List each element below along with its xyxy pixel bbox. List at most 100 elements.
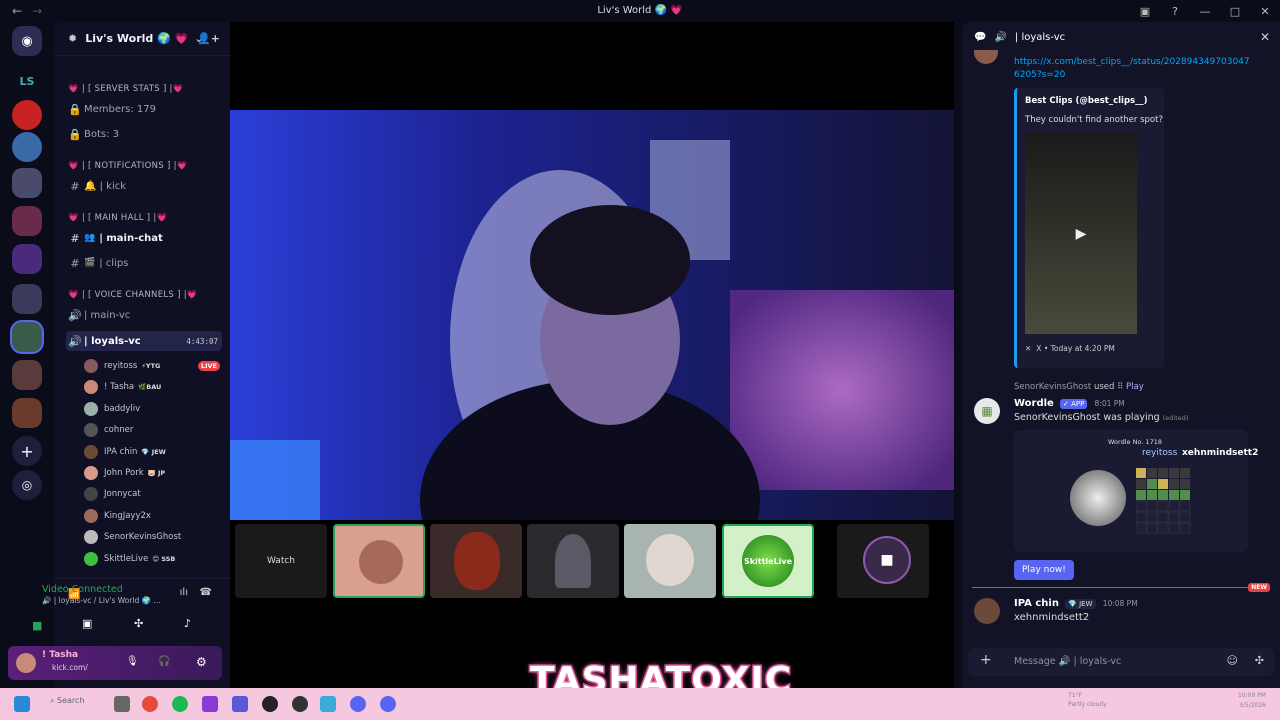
voice-user[interactable]: cohner <box>84 421 224 439</box>
voice-user[interactable]: KingJayy2x <box>84 507 224 525</box>
server-folder-icon[interactable] <box>12 284 42 314</box>
server-header[interactable]: ✹ Liv's World 🌍 💗 ⌄ 👤+ <box>54 22 230 56</box>
discord-home-icon[interactable]: ◉ <box>12 26 42 56</box>
play-icon[interactable]: ▶ <box>1076 226 1087 242</box>
wordle-avatar[interactable]: ▦ <box>974 398 1000 424</box>
speaker-icon: 🔊 <box>994 32 1007 43</box>
server-folder-icon[interactable] <box>12 244 42 274</box>
spotify-icon[interactable] <box>172 696 188 712</box>
voice-user[interactable]: John Pork 🐷 JP <box>84 464 224 482</box>
channel-members[interactable]: 🔒 Members: 179 <box>66 99 226 119</box>
maximize-icon[interactable]: □ <box>1220 5 1250 18</box>
apps-icon[interactable]: ✣ <box>1255 654 1264 667</box>
server-folder-icon[interactable] <box>12 168 42 198</box>
windows-start-icon[interactable] <box>14 696 30 712</box>
inbox-icon[interactable]: ▣ <box>1130 5 1160 18</box>
voice-user[interactable]: reyitoss ⚡YTG LIVE <box>84 357 224 375</box>
settings-gear-icon[interactable]: ⚙ <box>196 655 207 669</box>
avatar[interactable] <box>16 653 36 673</box>
minimize-icon[interactable]: — <box>1190 5 1220 18</box>
screen-share-icon[interactable]: ▣ <box>82 617 92 630</box>
channel-kick[interactable]: # 🔔 | kick <box>66 176 226 196</box>
channel-loyals-vc[interactable]: 🔊 | loyals-vc 4:43:07 <box>66 331 222 351</box>
emoji-icon[interactable]: ☺ <box>1227 654 1238 667</box>
discord-taskbar-icon[interactable] <box>350 696 366 712</box>
participant-tile[interactable] <box>527 524 619 598</box>
message-link[interactable]: https://x.com/best_clips__/status/202894… <box>1014 56 1254 82</box>
chrome-icon[interactable] <box>142 696 158 712</box>
clock-time[interactable]: 10:09 PM <box>1238 692 1266 699</box>
activities-icon[interactable]: ✣ <box>134 617 143 630</box>
add-server-icon[interactable]: + <box>12 436 42 466</box>
participant-tile[interactable] <box>624 524 716 598</box>
voice-user[interactable]: Jonnycat <box>84 485 224 503</box>
close-window-icon[interactable]: ✕ <box>1250 5 1280 18</box>
voice-user-name: John Pork <box>104 468 144 478</box>
server-ls-icon[interactable]: LS <box>12 66 42 96</box>
app-icon[interactable] <box>202 696 218 712</box>
channel-clips[interactable]: # 🎬 | clips <box>66 253 226 273</box>
voice-user[interactable]: ! Tasha 🌿BAU <box>84 378 224 396</box>
channel-main-vc[interactable]: 🔊 | main-vc <box>66 305 226 325</box>
channel-bots[interactable]: 🔒 Bots: 3 <box>66 124 226 144</box>
noise-suppression-icon[interactable]: ılı <box>180 587 188 598</box>
voice-user[interactable]: SenorKevinsGhost <box>84 528 224 546</box>
weather-temp[interactable]: 71°F <box>1068 692 1082 699</box>
voice-user[interactable]: baddyliv <box>84 400 224 418</box>
app-icon[interactable] <box>262 696 278 712</box>
user-panel[interactable]: ! Tasha kick.com/ 🎙 🎧 ⚙ <box>8 646 222 680</box>
channel-main-chat[interactable]: # 👥 | main-chat <box>66 228 226 248</box>
server-tnt-icon[interactable] <box>12 100 42 130</box>
used-text: used <box>1093 382 1115 392</box>
app-icon[interactable] <box>320 696 336 712</box>
file-explorer-icon[interactable] <box>114 696 130 712</box>
camera-tile[interactable]: ■ <box>837 524 929 598</box>
headphones-icon[interactable]: 🎧 <box>158 656 170 667</box>
message-author[interactable]: IPA chin <box>1014 598 1059 609</box>
close-icon[interactable]: ✕ <box>1260 30 1270 44</box>
category-main-hall[interactable]: 💗 | [ MAIN HALL ] |💗 <box>68 213 167 223</box>
server-folder-icon[interactable] <box>12 398 42 428</box>
avatar <box>646 534 694 586</box>
disconnect-icon[interactable]: ☎ <box>200 587 212 598</box>
server-folder-icon[interactable] <box>12 360 42 390</box>
microphone-icon[interactable]: 🎙 <box>126 656 139 667</box>
app-icon[interactable] <box>292 696 308 712</box>
wordle-card[interactable]: Wordle No. 1718 reyitoss xehnmindsett2 <box>1014 430 1258 552</box>
voice-user[interactable]: IPA chin 💎 JEW <box>84 443 224 461</box>
participant-tile[interactable] <box>333 524 425 598</box>
app-icon[interactable] <box>232 696 248 712</box>
wordle-tile <box>1168 511 1180 523</box>
used-user[interactable]: SenorKevinsGhost <box>1014 382 1091 392</box>
soundboard-icon[interactable]: ♪ <box>184 617 191 630</box>
wordle-name[interactable]: Wordle <box>1014 398 1054 409</box>
voice-user[interactable]: SkittleLive 😊 SSB <box>84 550 224 568</box>
avatar[interactable] <box>974 598 1000 624</box>
chat-input[interactable]: + Message 🔊 | loyals-vc ☺ ✣ <box>968 648 1274 676</box>
used-command[interactable]: ⠿ Play <box>1117 382 1144 392</box>
participant-tile[interactable]: SkittleLive <box>722 524 814 598</box>
discord-taskbar-icon[interactable] <box>380 696 396 712</box>
category-voice[interactable]: 💗 | [ VOICE CHANNELS ] |💗 <box>68 290 198 300</box>
channel-label: Bots: 3 <box>84 128 120 140</box>
invite-icon[interactable]: 👤+ <box>197 32 220 45</box>
help-icon[interactable]: ? <box>1160 5 1190 18</box>
play-now-button[interactable]: Play now! <box>1014 560 1074 580</box>
voice-user-name: ! Tasha <box>104 382 135 393</box>
voice-channel-path[interactable]: 🔊 | loyals-vc / Liv's World 🌍 ... <box>42 596 161 605</box>
server-liv-icon[interactable] <box>12 322 42 352</box>
participant-tile[interactable] <box>430 524 522 598</box>
channel-label: | loyals-vc <box>84 335 141 347</box>
watch-tile[interactable]: Watch <box>235 524 327 598</box>
category-server-stats[interactable]: 💗 | [ SERVER STATS ] |💗 <box>68 84 184 94</box>
explore-icon[interactable]: ◎ <box>12 470 42 500</box>
add-attachment-icon[interactable]: + <box>980 652 992 668</box>
main-video-stream[interactable] <box>230 110 954 520</box>
server-icon[interactable] <box>12 132 42 162</box>
server-folder-icon[interactable] <box>12 206 42 236</box>
camera-icon[interactable]: ■ <box>32 619 42 632</box>
embed-video[interactable]: ▶ <box>1025 134 1137 334</box>
category-notifications[interactable]: 💗 | [ NOTIFICATIONS ] |💗 <box>68 161 188 171</box>
search-box[interactable]: ⌕ Search <box>50 696 85 706</box>
embed-author[interactable]: Best Clips (@best_clips__) <box>1025 96 1148 106</box>
